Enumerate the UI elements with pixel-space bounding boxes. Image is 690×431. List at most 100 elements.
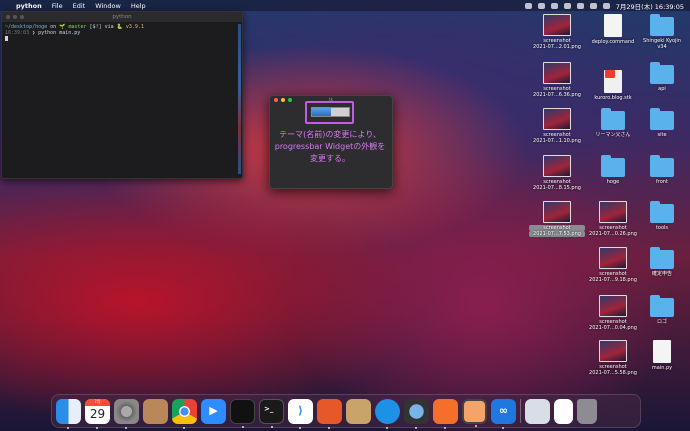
wifi-icon[interactable] xyxy=(576,2,584,9)
calendar-icon[interactable]: 7月 29 xyxy=(85,398,110,429)
terminal-cursor xyxy=(5,36,8,41)
desktop-icon-label: hoge xyxy=(606,179,620,185)
status-icon[interactable] xyxy=(524,2,532,9)
desktop-icon-site[interactable]: site xyxy=(634,108,690,138)
progressbar xyxy=(311,107,350,117)
minimize-button[interactable] xyxy=(13,15,17,19)
trash-icon[interactable] xyxy=(577,398,597,424)
folder-icon xyxy=(650,14,674,36)
quicktime-icon[interactable] xyxy=(404,398,429,429)
desktop-icon-tools[interactable]: tools xyxy=(634,201,690,231)
screenshot-thumbnail-icon xyxy=(543,155,571,177)
desktop-icon-api[interactable]: api xyxy=(634,62,690,92)
desktop-icon-kuroro-blog[interactable]: kuroro.blog.stk xyxy=(585,62,641,101)
menu-edit[interactable]: Edit xyxy=(73,2,86,10)
archive-utility-icon[interactable] xyxy=(346,398,371,424)
git-icon[interactable] xyxy=(433,398,458,429)
terminal-icon[interactable]: >_ xyxy=(259,398,284,428)
terminal-title: python xyxy=(112,14,132,20)
prompt-status: [$!] xyxy=(89,24,102,30)
status-icon[interactable] xyxy=(537,2,545,9)
desktop-icon-shingeki-kyojin[interactable]: Shingeki Kyojin v34 xyxy=(634,14,690,50)
desktop-icon-front[interactable]: front xyxy=(634,155,690,185)
folder-icon xyxy=(650,201,674,223)
desktop-icon-sublabel: 2021-07...0.04.png xyxy=(589,325,637,331)
desktop-icon-kakutei-shinkoku[interactable]: 確定申告 xyxy=(634,247,690,277)
file-icon xyxy=(653,340,671,363)
screenshot-thumbnail-icon xyxy=(543,201,571,223)
prompt-version: 🐍 v3.9.1 xyxy=(116,24,144,30)
screenshot-thumbnail-icon xyxy=(599,201,627,223)
status-icon[interactable] xyxy=(550,2,558,9)
desktop-icon-hoge[interactable]: hoge xyxy=(585,155,641,185)
close-button[interactable] xyxy=(6,15,10,19)
desktop-icon-label: main.py xyxy=(651,365,673,371)
dock-separator xyxy=(520,399,521,423)
menubar-clock[interactable]: 7月29日(木) 16:39:05 xyxy=(616,1,684,11)
zoom-button[interactable] xyxy=(20,15,24,19)
progressbar-fill xyxy=(312,108,331,116)
docker-icon[interactable] xyxy=(375,398,400,429)
desktop-icon-screenshot-3[interactable]: screenshot 2021-07...1.10.png xyxy=(529,108,585,144)
desktop-icon-screenshot-2[interactable]: screenshot 2021-07...6.36.png xyxy=(529,62,585,98)
desktop-icon-sublabel: 2021-07...5.58.png xyxy=(589,370,637,376)
menu-window[interactable]: Window xyxy=(95,2,121,10)
desktop-icon-screenshot-8[interactable]: screenshot 2021-07...0.04.png xyxy=(585,295,641,331)
instruments-icon[interactable] xyxy=(317,398,342,429)
infinity-icon[interactable]: ∞ xyxy=(491,398,516,429)
desktop-icon-screenshot-4[interactable]: screenshot 2021-07...8.15.png xyxy=(529,155,585,191)
control-center-icon[interactable] xyxy=(602,2,610,9)
prompt-via: via xyxy=(104,24,114,30)
activity-monitor-icon[interactable] xyxy=(230,398,255,428)
desktop-icon-label: site xyxy=(657,132,667,138)
folder-icon xyxy=(650,62,674,84)
terminal-scrollbar[interactable] xyxy=(238,24,241,174)
finder-icon[interactable] xyxy=(56,398,81,429)
calendar-day: 29 xyxy=(89,406,106,421)
desktop-icon-sublabel: 2021-07...2.01.png xyxy=(533,44,581,50)
desktop-icon-screenshot-5[interactable]: screenshot 2021-07...7.53.png xyxy=(529,201,585,237)
desktop-icon-main-py[interactable]: main.py xyxy=(634,340,690,371)
folder-icon xyxy=(601,108,625,130)
desktop-icon-screenshot-1[interactable]: screenshot 2021-07...2.01.png xyxy=(529,14,585,50)
desktop-icon-sublabel: 2021-07...9.18.png xyxy=(589,277,637,283)
annotation-text: テーマ(名前)の変更により、progressbar Widgetの外観を変更する… xyxy=(274,130,386,163)
desktop-icon-riemann[interactable]: リーマン父さん xyxy=(585,108,641,138)
sublime-icon[interactable] xyxy=(462,398,487,427)
desktop-icon-label: front xyxy=(656,179,668,185)
chrome-icon[interactable] xyxy=(172,398,197,429)
document-icon[interactable] xyxy=(554,398,573,424)
folder-icon xyxy=(650,155,674,177)
terminal-window[interactable]: python ~/desktop/hoge on 🌱 master [$!] v… xyxy=(1,11,243,179)
menu-python[interactable]: python xyxy=(16,2,42,10)
desktop-icon-logo[interactable]: ロゴ xyxy=(634,295,690,325)
desktop-icon-label: リーマン父さん xyxy=(595,132,631,138)
pdf-file-icon xyxy=(604,70,622,93)
menu-file[interactable]: File xyxy=(52,2,63,10)
zoom-icon[interactable]: ▶ xyxy=(201,398,226,424)
desktop-icon-deploy-command[interactable]: deploy.command xyxy=(585,14,641,45)
contacts-icon[interactable] xyxy=(143,398,168,424)
system-preferences-icon[interactable] xyxy=(114,398,139,429)
preview-icon[interactable] xyxy=(525,398,550,424)
desktop-icon-label: 確定申告 xyxy=(651,271,672,277)
vscode-icon[interactable]: ⟩ xyxy=(288,398,313,429)
menu-help[interactable]: Help xyxy=(131,2,146,10)
terminal-output[interactable]: ~/desktop/hoge on 🌱 master [$!] via 🐍 v3… xyxy=(2,22,242,44)
folder-icon xyxy=(601,155,625,177)
screenshot-thumbnail-icon xyxy=(599,295,627,317)
desktop-icon-sublabel: v34 xyxy=(657,44,667,50)
battery-icon[interactable] xyxy=(563,2,571,9)
desktop-icon-sublabel: 2021-07...7.53.png xyxy=(529,231,585,237)
prompt-command: ❯ python main.py xyxy=(32,30,81,36)
desktop-icon-label: tools xyxy=(655,225,669,231)
desktop-icon-screenshot-6[interactable]: screenshot 2021-07...0.26.png xyxy=(585,201,641,237)
terminal-titlebar[interactable]: python xyxy=(2,12,242,22)
search-icon[interactable] xyxy=(589,2,597,9)
screenshot-thumbnail-icon xyxy=(543,62,571,84)
screenshot-thumbnail-icon xyxy=(543,108,571,130)
desktop-icon-screenshot-7[interactable]: screenshot 2021-07...9.18.png xyxy=(585,247,641,283)
folder-icon xyxy=(650,247,674,269)
menubar: python File Edit Window Help 7月29日(木) 16… xyxy=(0,0,690,11)
desktop-icon-screenshot-9[interactable]: screenshot 2021-07...5.58.png xyxy=(585,340,641,376)
